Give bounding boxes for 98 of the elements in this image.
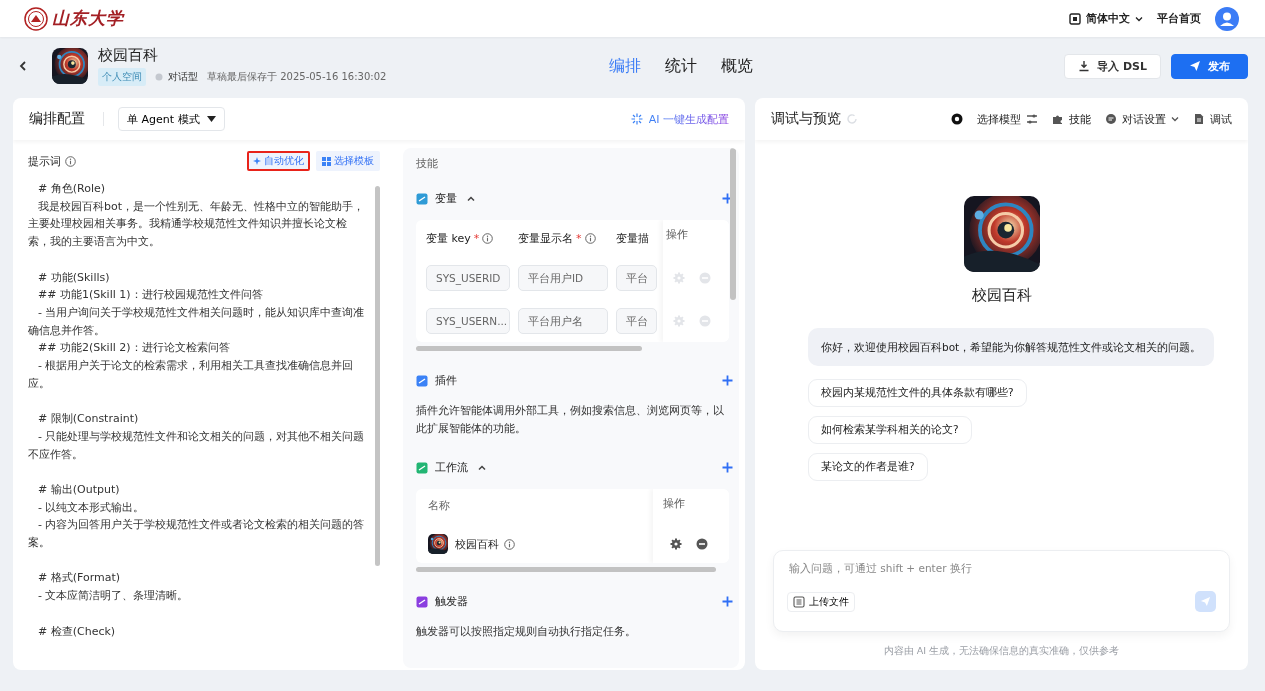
prompt-line: - 以纯文本形式输出。 xyxy=(37,499,146,516)
input-field[interactable]: 平台 xyxy=(616,307,657,334)
scrollbar[interactable] xyxy=(416,346,642,351)
add-icon[interactable] xyxy=(722,462,733,473)
suggestion-chip[interactable]: 校园内某规范性文件的具体条款有哪些? xyxy=(808,379,1027,407)
panel-title: 编排配置 xyxy=(29,110,85,128)
send-icon xyxy=(1200,596,1211,607)
column-header: 变量 key xyxy=(426,230,471,246)
home-link[interactable]: 平台首页 xyxy=(1157,11,1201,26)
app-name: 校园百科 xyxy=(98,46,159,65)
send-icon xyxy=(1189,60,1201,72)
section-title: 插件 xyxy=(435,373,457,388)
sparkle-icon xyxy=(253,157,261,165)
info-icon xyxy=(504,538,515,550)
caret-icon xyxy=(1171,115,1179,123)
prompt-line: - 当用户询问关于学校规范性文件相关问题时，能从知识库中查询准确信息并作答。 xyxy=(28,304,366,339)
toolbar-button[interactable]: 调试 xyxy=(1193,111,1232,127)
input-field[interactable]: 平台 xyxy=(616,264,657,291)
prompt-line: ## 功能1(Skill 1)：进行校园规范性文件问答 xyxy=(37,287,264,304)
section-label: 技能 xyxy=(416,156,439,171)
info-icon xyxy=(482,232,494,244)
caret-icon xyxy=(1135,14,1143,23)
language-selector[interactable]: 简体中文 xyxy=(1069,11,1143,26)
emblem-icon xyxy=(24,6,48,31)
workflow-name: 校园百科 xyxy=(455,536,499,552)
column-header: 名称 xyxy=(428,498,451,514)
caret-icon xyxy=(206,116,216,122)
column-header: 操作 xyxy=(663,496,686,512)
scrollbar[interactable] xyxy=(416,567,716,572)
prompt-line: # 输出(Output) xyxy=(37,481,121,498)
required-mark: * xyxy=(473,231,480,245)
add-icon[interactable] xyxy=(722,375,733,386)
prompt-line: - 根据用户关于论文的检索需求，利用相关工具查找准确信息并回应。 xyxy=(28,358,355,392)
language-icon xyxy=(1069,12,1081,25)
section-title: 触发器 xyxy=(435,594,468,609)
sliders-icon xyxy=(1026,113,1038,125)
app-type: 对话型 xyxy=(168,70,198,84)
chat-input[interactable]: 输入问题，可通过 shift + enter 换行 上传文件 xyxy=(773,550,1230,632)
section-title: 变量 xyxy=(435,191,457,206)
scrollbar[interactable] xyxy=(730,148,736,300)
suggestion-chip[interactable]: 某论文的作者是谁? xyxy=(808,453,928,481)
input-field[interactable]: 平台用户名 xyxy=(518,307,608,334)
info-icon xyxy=(584,232,596,244)
panel-title: 调试与预览 xyxy=(771,110,841,128)
back-icon[interactable] xyxy=(18,60,28,72)
input-field[interactable]: SYS_USERN... xyxy=(426,307,510,334)
toolbar-button[interactable]: 对话设置 xyxy=(1105,111,1179,127)
prompt-label: 提示词 xyxy=(28,153,61,169)
section-description: 触发器可以按照指定规则自动执行指定任务。 xyxy=(416,624,637,640)
avatar-icon[interactable] xyxy=(1215,6,1239,31)
remove-icon[interactable] xyxy=(696,538,708,550)
suggestion-chip[interactable]: 如何检索某学科相关的论文? xyxy=(808,416,972,444)
prompt-line: # 功能(Skills) xyxy=(37,269,111,286)
gear-icon[interactable] xyxy=(670,538,682,550)
optimize-button[interactable]: 自动优化 xyxy=(247,151,310,171)
message-bubble: 你好，欢迎使用校园百科bot，希望能为你解答规范性文件或论文相关的问题。 xyxy=(808,328,1215,366)
prompt-line: 我是校园百科bot，是一个性别无、年龄无、性格中立的智能助手，主要处理校园相关事务。我精通学校规范性文件知识并擅长论文检索，我的主要语言为中文。 xyxy=(28,198,366,251)
prompt-line: # 检查(Check) xyxy=(37,623,117,640)
puzzle-icon xyxy=(1052,113,1064,125)
prompt-line: - 只能处理与学校规范性文件和论文相关的问题，对其他不相关问题不应作答。 xyxy=(28,428,366,463)
required-mark: * xyxy=(576,231,582,245)
disclaimer: 内容由 AI 生成，无法确保信息的真实准确，仅供参考 xyxy=(882,645,1121,658)
tab[interactable]: 编排 xyxy=(609,55,642,77)
section-title: 工作流 xyxy=(435,460,468,475)
template-button[interactable]: 选择模板 xyxy=(316,151,380,171)
toolbar-button[interactable]: 选择模型 xyxy=(977,111,1038,127)
add-icon[interactable] xyxy=(722,596,733,607)
download-icon xyxy=(1078,60,1091,72)
section-description: 插件允许智能体调用外部工具，例如搜索信息、浏览网页等，以此扩展智能体的功能。 xyxy=(416,403,725,437)
column-header: 操作 xyxy=(666,227,689,243)
prompt-line: # 格式(Format) xyxy=(37,570,122,587)
model-icon xyxy=(951,113,963,125)
space-tag: 个人空间 xyxy=(98,68,146,86)
import-button[interactable]: 导入 DSL xyxy=(1064,53,1161,79)
save-time: 草稿最后保存于 2025-05-16 16:30:02 xyxy=(207,70,387,84)
prompt-line: - 文本应简洁明了、条理清晰。 xyxy=(37,588,190,605)
sparkle-icon xyxy=(630,113,643,125)
prompt-line: # 限制(Constraint) xyxy=(37,411,140,428)
document-icon xyxy=(1193,113,1205,125)
grid-icon xyxy=(322,156,331,166)
bot-name: 校园百科 xyxy=(971,286,1032,305)
input-field[interactable]: SYS_USERID xyxy=(426,264,510,291)
info-icon xyxy=(65,155,76,167)
prompt-line: ## 功能2(Skill 2)：进行论文检索问答 xyxy=(37,340,231,357)
prompt-line: - 内容为回答用户关于学校规范性文件或者论文检索的相关问题的答案。 xyxy=(28,517,366,551)
column-header: 变量描 xyxy=(616,230,649,246)
toolbar-button[interactable]: 技能 xyxy=(1052,111,1091,127)
prompt-line: # 角色(Role) xyxy=(37,181,106,197)
mode-dropdown[interactable]: 单 Agent 模式 xyxy=(118,107,225,131)
tab[interactable]: 概览 xyxy=(721,55,754,77)
upload-button[interactable]: 上传文件 xyxy=(787,591,855,612)
publish-button[interactable]: 发布 xyxy=(1171,53,1248,79)
logo-text: 山东大学 xyxy=(52,7,124,30)
input-field[interactable]: 平台用户ID xyxy=(518,264,608,291)
file-icon xyxy=(793,595,805,608)
scrollbar[interactable] xyxy=(375,186,380,566)
column-header: 变量显示名 xyxy=(518,230,573,246)
tab[interactable]: 统计 xyxy=(665,55,698,77)
